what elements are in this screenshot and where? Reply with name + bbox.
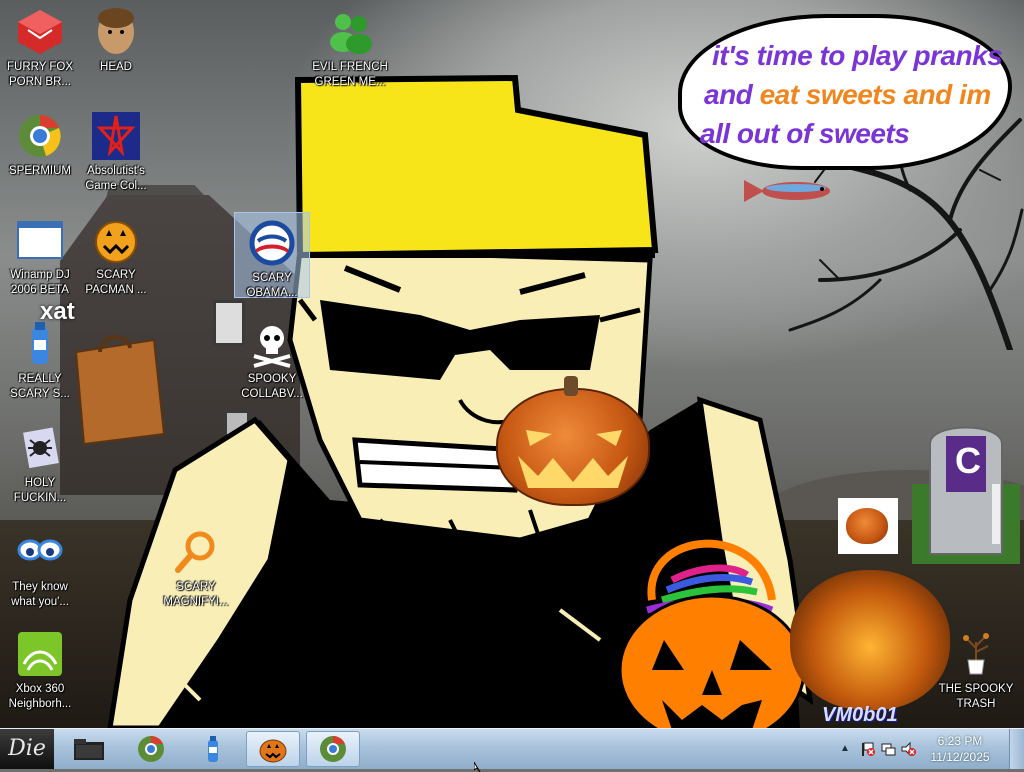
- taskbar-button-bottle[interactable]: [186, 731, 240, 767]
- desktop-icon-xbox[interactable]: Xbox 360 Neighborh...: [2, 630, 78, 712]
- clock[interactable]: 6:23 PM 11/12/2025: [920, 733, 1000, 765]
- messenger-people-icon: [326, 8, 374, 56]
- desktop-background: it's time to play pranks and eat sweets …: [0, 0, 1024, 728]
- desktop-icon-scary-obama[interactable]: SCARY OBAMA...: [234, 212, 310, 299]
- jack-o-lantern: [496, 376, 650, 506]
- taskbar-button-explorer[interactable]: [62, 731, 116, 767]
- desktop-icon-really-scary[interactable]: REALLY SCARY S...: [2, 320, 78, 402]
- desktop-icon-scary-magnify[interactable]: SCARY MAGNIFYI...: [158, 528, 234, 610]
- icon-label: Xbox 360 Neighborh...: [8, 683, 72, 710]
- pumpkin-face-icon: [92, 216, 140, 264]
- small-pumpkin: [846, 508, 888, 544]
- icon-label: SCARY MAGNIFYI...: [163, 581, 229, 608]
- speech-line-3: all out of sweets: [700, 118, 910, 149]
- start-button[interactable]: Die: [0, 729, 54, 769]
- taskbar: Die ▲ 6:23 PM 11/12/2025: [0, 728, 1024, 769]
- system-tray: ▲ 6:23 PM 11/12/2025: [834, 729, 1024, 769]
- icon-label: SPOOKY COLLABV...: [241, 373, 303, 400]
- desktop-icon-head[interactable]: HEAD: [78, 8, 154, 75]
- house-window: [224, 410, 250, 444]
- desktop-icon-spooky-trash[interactable]: THE SPOOKY TRASH: [936, 630, 1016, 712]
- clock-date: 11/12/2025: [930, 750, 990, 764]
- potted-tree-icon: [952, 630, 1000, 678]
- taskbar-button-browser-2[interactable]: [306, 731, 360, 767]
- watermark-text: VM0b01: [822, 704, 898, 726]
- pumpkin-icon: [259, 739, 287, 763]
- icon-label: HEAD: [100, 61, 132, 73]
- bottle-icon: [16, 320, 64, 368]
- speech-bubble: it's time to play pranks and eat sweets …: [678, 14, 1012, 170]
- desktop-icon-spooky-collab[interactable]: SPOOKY COLLABV...: [234, 320, 310, 402]
- desktop-icon-winamp[interactable]: Winamp DJ 2006 BETA: [2, 216, 78, 298]
- icon-label: EVIL FRENCH GREEN ME...: [312, 61, 388, 88]
- small-pumpkin-tile: [838, 498, 898, 554]
- icon-label: They know what you'...: [11, 581, 69, 608]
- blank-window-icon: [16, 216, 64, 264]
- tombstone-letter: C: [955, 440, 981, 481]
- skull-crossbones-icon: [248, 320, 296, 368]
- icon-label: Absolutist's Game Col...: [85, 165, 147, 192]
- red-cube-icon: [16, 8, 64, 56]
- icon-label: SCARY OBAMA...: [246, 272, 298, 299]
- show-desktop-button[interactable]: [1009, 729, 1024, 769]
- spider-icon: [16, 424, 64, 472]
- speech-line-2: and eat sweets and im: [704, 79, 991, 111]
- desktop-icon-furry-fox[interactable]: FURRY FOX PORN BR...: [2, 8, 78, 90]
- bottle-icon: [208, 736, 218, 762]
- anarchy-star-icon: [92, 112, 140, 160]
- folder-icon: [74, 739, 104, 760]
- xbox-icon: [16, 630, 64, 678]
- icon-label: REALLY SCARY S...: [10, 373, 70, 400]
- icon-label: SCARY PACMAN ...: [85, 269, 147, 296]
- icon-label: Winamp DJ 2006 BETA: [10, 269, 70, 296]
- glowing-pumpkin: [790, 570, 950, 710]
- speech-line-2b: eat sweets and im: [759, 79, 992, 110]
- desktop-icon-they-know[interactable]: They know what you'...: [2, 528, 78, 610]
- desktop-icon-evil-french[interactable]: EVIL FRENCH GREEN ME...: [312, 8, 388, 90]
- network-icon[interactable]: [880, 741, 896, 757]
- icon-label: SPERMIUM: [9, 165, 71, 177]
- paper-bag: [74, 335, 166, 446]
- action-center-flag-icon[interactable]: [860, 741, 876, 757]
- eyes-icon: [16, 528, 64, 576]
- taskbar-button-pumpkin[interactable]: [246, 731, 300, 767]
- chrome-like-icon: [16, 112, 64, 160]
- desktop-icon-scary-pacman[interactable]: SCARY PACMAN ...: [78, 216, 154, 298]
- jack-o-lantern-face: [518, 430, 628, 488]
- desktop-icon-spermium[interactable]: SPERMIUM: [2, 112, 78, 179]
- icon-label: THE SPOOKY TRASH: [938, 683, 1014, 710]
- icon-label: HOLY FUCKIN...: [13, 477, 67, 504]
- globe-icon: [138, 736, 164, 762]
- volume-muted-icon[interactable]: [900, 741, 916, 757]
- fish-icon: [744, 180, 830, 202]
- mouse-cursor-icon: [474, 762, 481, 772]
- candy-bucket: [618, 539, 806, 728]
- desktop-icon-holy[interactable]: HOLY FUCKIN...: [2, 424, 78, 506]
- taskbar-button-browser[interactable]: [124, 731, 178, 767]
- icon-label: FURRY FOX PORN BR...: [6, 61, 74, 88]
- globe-icon: [320, 736, 346, 762]
- desktop-icon-absolutist[interactable]: Absolutist's Game Col...: [78, 112, 154, 194]
- show-hidden-icons-chevron-icon[interactable]: ▲: [840, 741, 856, 757]
- obama-logo-icon: [248, 219, 296, 267]
- speech-line-2a: and: [704, 79, 760, 110]
- head-avatar-icon: [92, 8, 140, 56]
- magnifier-icon: [172, 528, 220, 576]
- speech-line-1: it's time to play pranks: [712, 40, 1003, 71]
- clock-time: 6:23 PM: [937, 734, 983, 748]
